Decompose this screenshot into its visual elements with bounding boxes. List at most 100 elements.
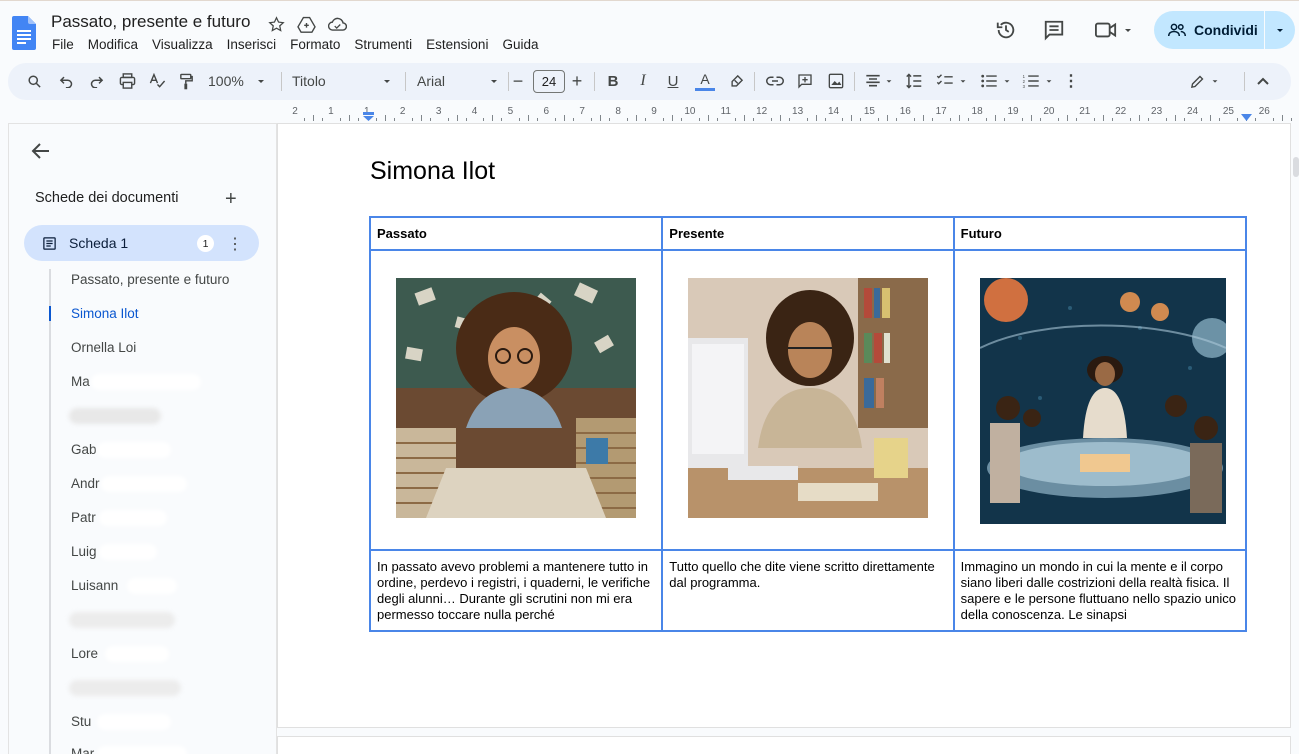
- timeline-table[interactable]: Passato Presente Futuro In passato avevo…: [368, 216, 1248, 632]
- ruler-tick: [348, 115, 350, 121]
- left-indent-marker[interactable]: [363, 112, 374, 121]
- document-page-next[interactable]: [277, 736, 1291, 754]
- document-title[interactable]: Passato, presente e futuro: [51, 12, 250, 32]
- ruler-tick: [896, 118, 898, 121]
- menu-visualizza[interactable]: Visualizza: [152, 37, 213, 52]
- tab-scheda-1[interactable]: Scheda 1 1 ⋮: [24, 225, 259, 261]
- ruler-number: 17: [935, 106, 947, 117]
- underline-icon[interactable]: U: [665, 70, 681, 92]
- spellcheck-icon[interactable]: [146, 70, 168, 92]
- right-indent-marker[interactable]: [1241, 114, 1252, 121]
- bulleted-list-icon[interactable]: [977, 70, 1013, 92]
- outline-item[interactable]: Patr: [71, 510, 96, 525]
- insert-link-icon[interactable]: [764, 70, 786, 92]
- redo-icon[interactable]: [86, 70, 106, 92]
- zoom-select[interactable]: 100%: [208, 70, 270, 92]
- increase-font-size-icon[interactable]: +: [569, 70, 585, 92]
- table-cell[interactable]: [952, 249, 1248, 551]
- outline-item[interactable]: Luig: [71, 544, 97, 559]
- table-cell[interactable]: Tutto quello che dite viene scritto dire…: [661, 549, 955, 632]
- search-menus-icon[interactable]: [24, 70, 44, 92]
- ruler-tick: [860, 118, 862, 121]
- ruler-tick: [779, 115, 781, 121]
- meet-video-icon[interactable]: [1093, 17, 1135, 43]
- document-heading[interactable]: Simona Ilot: [370, 157, 495, 186]
- past-illustration-image[interactable]: [396, 278, 636, 518]
- add-comment-icon[interactable]: [795, 70, 815, 92]
- outline-item[interactable]: Gab: [71, 442, 97, 457]
- text-color-icon[interactable]: A: [694, 70, 716, 92]
- ruler-number: 18: [971, 106, 983, 117]
- ruler-tick: [770, 118, 772, 121]
- outline-item[interactable]: Passato, presente e futuro: [71, 272, 229, 287]
- ruler-number: 7: [579, 106, 585, 117]
- table-cell[interactable]: In passato avevo problemi a mantenere tu…: [368, 549, 664, 632]
- back-arrow-icon[interactable]: [31, 141, 51, 161]
- outline-item[interactable]: Ma: [71, 374, 90, 389]
- docs-logo-icon[interactable]: [12, 16, 36, 50]
- vertical-scrollbar-thumb[interactable]: [1293, 157, 1299, 177]
- outline-item[interactable]: Simona Ilot: [71, 306, 139, 321]
- ruler-tick: [1282, 115, 1284, 121]
- line-spacing-icon[interactable]: [903, 70, 925, 92]
- present-illustration-image[interactable]: [688, 278, 929, 518]
- font-select[interactable]: Arial: [417, 70, 499, 92]
- menu-guida[interactable]: Guida: [502, 37, 538, 52]
- ruler-tick: [842, 118, 844, 121]
- redaction-blur: [69, 408, 161, 424]
- collapse-menus-icon[interactable]: [1254, 70, 1272, 92]
- highlight-color-icon[interactable]: [726, 70, 746, 92]
- menu-modifica[interactable]: Modifica: [88, 37, 138, 52]
- document-page[interactable]: Simona Ilot Passato Presente Futuro In p…: [277, 123, 1291, 728]
- menu-inserisci[interactable]: Inserisci: [227, 37, 277, 52]
- italic-icon[interactable]: I: [635, 70, 651, 92]
- decrease-font-size-icon[interactable]: −: [511, 70, 525, 92]
- menu-formato[interactable]: Formato: [290, 37, 340, 52]
- insert-image-icon[interactable]: [826, 70, 846, 92]
- table-cell[interactable]: Immagino un mondo in cui la mente e il c…: [952, 549, 1248, 632]
- redaction-blur: [91, 374, 201, 390]
- redaction-blur: [101, 476, 187, 492]
- font-size-input[interactable]: 24: [533, 70, 565, 93]
- ruler-tick: [645, 118, 647, 121]
- share-dropdown-button[interactable]: [1265, 11, 1295, 49]
- align-icon[interactable]: [863, 70, 895, 92]
- menu-estensioni[interactable]: Estensioni: [426, 37, 488, 52]
- table-text-row: In passato avevo problemi a mantenere tu…: [368, 549, 1248, 632]
- outline-item[interactable]: Luisann: [71, 578, 118, 593]
- style-select[interactable]: Titolo: [292, 70, 392, 92]
- ruler-number: 15: [863, 106, 875, 117]
- version-history-icon[interactable]: [993, 17, 1019, 43]
- ruler-tick: [339, 118, 341, 121]
- horizontal-ruler[interactable]: 2 1 1 2 3 4 5 6 7 8 9 10 11 12 13 14 15 16 17 18 19 20 21 22 23 2…: [277, 105, 1299, 123]
- document-canvas[interactable]: Simona Ilot Passato Presente Futuro In p…: [277, 123, 1299, 754]
- print-icon[interactable]: [116, 70, 138, 92]
- editing-mode-icon[interactable]: [1186, 70, 1222, 92]
- star-icon[interactable]: [266, 14, 286, 34]
- future-illustration-image[interactable]: [979, 278, 1226, 524]
- comments-icon[interactable]: [1041, 17, 1067, 43]
- table-cell[interactable]: [368, 249, 664, 551]
- menu-strumenti[interactable]: Strumenti: [354, 37, 412, 52]
- bold-icon[interactable]: B: [605, 70, 621, 92]
- outline-item[interactable]: Stu: [71, 714, 91, 729]
- table-header-cell[interactable]: Futuro: [952, 216, 1248, 251]
- checklist-icon[interactable]: [933, 70, 969, 92]
- add-tab-icon[interactable]: +: [225, 188, 237, 211]
- outline-item[interactable]: Lore: [71, 646, 98, 661]
- move-to-drive-icon[interactable]: [296, 14, 316, 34]
- paint-format-icon[interactable]: [176, 70, 196, 92]
- outline-item[interactable]: Mar: [71, 746, 94, 754]
- undo-icon[interactable]: [56, 70, 76, 92]
- outline-item[interactable]: Andr: [71, 476, 100, 491]
- more-options-icon[interactable]: ⋮: [1063, 70, 1079, 92]
- tab-options-icon[interactable]: ⋮: [227, 234, 243, 254]
- table-header-cell[interactable]: Presente: [661, 216, 955, 251]
- outline-item[interactable]: Ornella Loi: [71, 340, 136, 355]
- table-header-cell[interactable]: Passato: [368, 216, 664, 251]
- share-button[interactable]: Condividi: [1154, 11, 1264, 49]
- numbered-list-icon[interactable]: 123: [1019, 70, 1055, 92]
- cloud-saved-icon[interactable]: [327, 14, 347, 34]
- menu-file[interactable]: File: [52, 37, 74, 52]
- table-cell[interactable]: [661, 249, 955, 551]
